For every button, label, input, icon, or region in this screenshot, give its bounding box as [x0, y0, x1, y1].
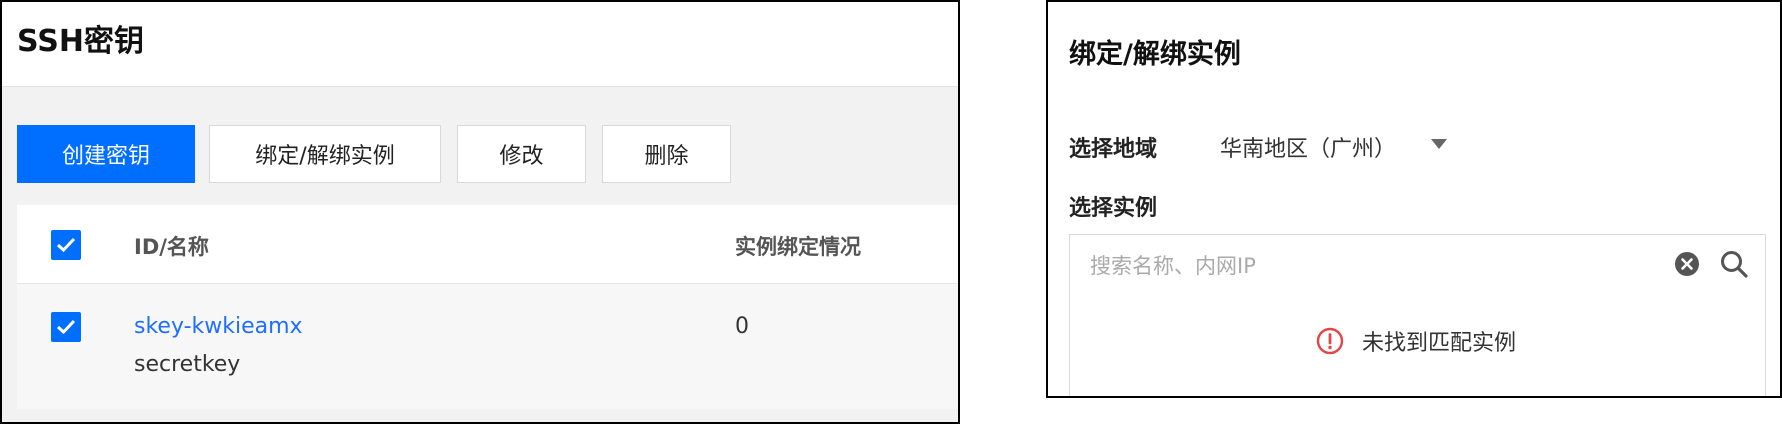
row-checkbox[interactable]: [51, 312, 81, 342]
caret-down-icon[interactable]: [1431, 139, 1447, 149]
page-header: SSH密钥: [2, 2, 958, 87]
select-all-checkbox[interactable]: [51, 230, 81, 260]
checkmark-icon: [56, 319, 76, 335]
key-name: secretkey: [134, 352, 241, 377]
ssh-key-panel: SSH密钥 创建密钥 绑定/解绑实例 修改 删除 ID/名称 实例绑定情况 sk…: [0, 0, 960, 424]
column-header-binding: 实例绑定情况: [735, 235, 861, 259]
edit-button[interactable]: 修改: [457, 125, 586, 183]
region-select[interactable]: 华南地区（广州）: [1220, 131, 1396, 163]
column-header-id-name: ID/名称: [134, 235, 209, 259]
empty-state: 未找到匹配实例: [1316, 325, 1516, 357]
search-input[interactable]: 搜索名称、内网IP: [1090, 250, 1256, 280]
clear-circle-icon[interactable]: [1674, 251, 1700, 277]
bound-instance-count: 0: [735, 314, 749, 339]
key-table: ID/名称 实例绑定情况 skey-kwkieamx secretkey 0: [17, 205, 958, 409]
empty-message: 未找到匹配实例: [1362, 331, 1517, 356]
warning-circle-icon: [1316, 327, 1344, 355]
table-row: skey-kwkieamx secretkey 0: [17, 284, 958, 409]
instance-search-field[interactable]: 搜索名称、内网IP: [1069, 234, 1766, 292]
content-area: 创建密钥 绑定/解绑实例 修改 删除 ID/名称 实例绑定情况 skey-kwk…: [2, 87, 958, 422]
key-id-link[interactable]: skey-kwkieamx: [134, 314, 303, 339]
instance-result-list: 未找到匹配实例: [1069, 291, 1766, 396]
bind-unbind-button[interactable]: 绑定/解绑实例: [209, 125, 441, 183]
page-title: SSH密钥: [17, 24, 144, 59]
table-header: ID/名称 实例绑定情况: [17, 205, 958, 284]
instance-label: 选择实例: [1069, 196, 1158, 221]
checkmark-icon: [56, 237, 76, 253]
dialog-title: 绑定/解绑实例: [1069, 39, 1241, 70]
create-key-button[interactable]: 创建密钥: [17, 125, 195, 183]
delete-button[interactable]: 删除: [602, 125, 731, 183]
bind-instance-dialog: 绑定/解绑实例 选择地域 华南地区（广州） 选择实例 搜索名称、内网IP 未找到…: [1046, 0, 1782, 398]
search-icon[interactable]: [1719, 249, 1749, 279]
region-label: 选择地域: [1069, 137, 1158, 162]
